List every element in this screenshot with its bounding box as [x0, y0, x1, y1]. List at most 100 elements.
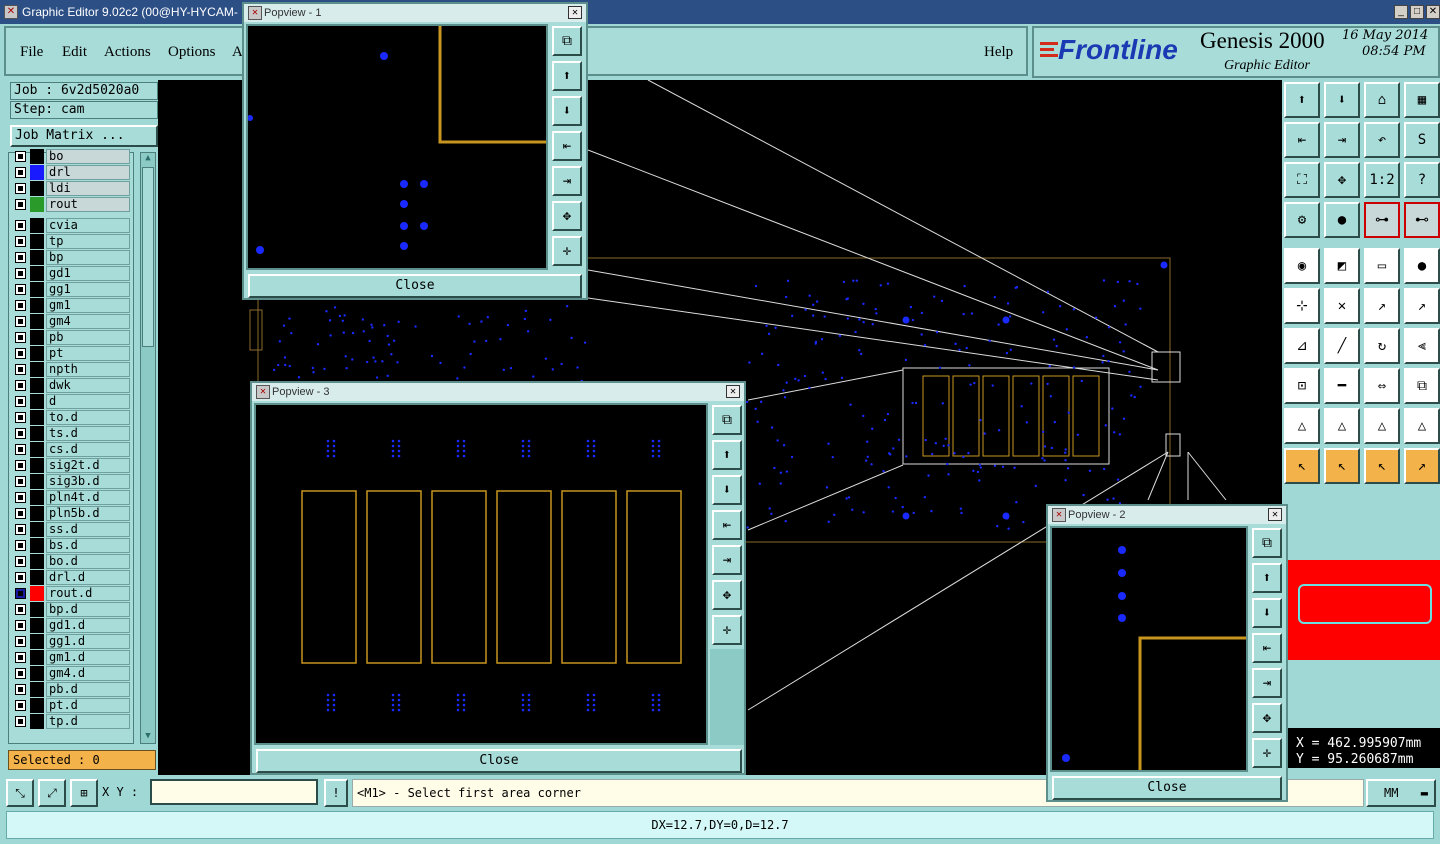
line-icon[interactable]: ╱	[1324, 328, 1360, 364]
zoom-out-icon[interactable]: ⬇	[1252, 598, 1282, 628]
layer-color-swatch[interactable]	[30, 314, 44, 329]
layer-color-swatch[interactable]	[30, 426, 44, 441]
layer-checkbox[interactable]	[15, 460, 26, 471]
layer-name[interactable]: gd1	[46, 266, 130, 281]
layer-checkbox[interactable]	[15, 364, 26, 375]
layer-color-swatch[interactable]	[30, 634, 44, 649]
layer-checkbox[interactable]	[15, 684, 26, 695]
layer-checkbox[interactable]	[15, 700, 26, 711]
layer-name[interactable]: drl	[46, 165, 130, 180]
layer-row[interactable]: gd1.d	[13, 618, 131, 633]
layer-name[interactable]: rout.d	[46, 586, 130, 601]
layer-checkbox[interactable]	[15, 572, 26, 583]
layer-checkbox[interactable]	[15, 716, 26, 727]
layer-color-swatch[interactable]	[30, 378, 44, 393]
copy-icon[interactable]: ⧉	[1404, 368, 1440, 404]
layer-name[interactable]: pt.d	[46, 698, 130, 713]
layer-color-swatch[interactable]	[30, 234, 44, 249]
home-icon[interactable]: ⌂	[1364, 82, 1400, 118]
move-left-icon[interactable]: ⇤	[1284, 122, 1320, 158]
pad-icon[interactable]: ◉	[1284, 248, 1320, 284]
layer-color-swatch[interactable]	[30, 650, 44, 665]
layer-name[interactable]: gm1.d	[46, 650, 130, 665]
layer-checkbox[interactable]	[15, 652, 26, 663]
layer-color-swatch[interactable]	[30, 165, 44, 180]
cross-icon[interactable]: ✕	[1324, 288, 1360, 324]
layer-checkbox[interactable]	[15, 492, 26, 503]
layer-row[interactable]: tp.d	[13, 714, 131, 729]
center-icon[interactable]: ✛	[552, 236, 582, 266]
maximize-button[interactable]: □	[1410, 5, 1424, 19]
layer-color-swatch[interactable]	[30, 330, 44, 345]
close-icon[interactable]: ✕	[1268, 508, 1282, 521]
center-icon[interactable]: ✛	[712, 615, 742, 645]
layer-name[interactable]: ss.d	[46, 522, 130, 537]
layer-name[interactable]: bo.d	[46, 554, 130, 569]
layer-checkbox[interactable]	[15, 604, 26, 615]
layer-checkbox[interactable]	[15, 508, 26, 519]
layer-color-swatch[interactable]	[30, 698, 44, 713]
layer-row[interactable]: gm1	[13, 298, 131, 313]
layer-checkbox[interactable]	[15, 268, 26, 279]
close-window-button[interactable]: ✕	[1426, 5, 1440, 19]
scrollbar-thumb[interactable]	[142, 167, 154, 347]
layer-row[interactable]: pln4t.d	[13, 490, 131, 505]
layer-row[interactable]: gg1	[13, 282, 131, 297]
rotate-icon[interactable]: ↻	[1364, 328, 1400, 364]
snap-icon[interactable]: S	[1404, 122, 1440, 158]
layer-row[interactable]: gd1	[13, 266, 131, 281]
layer-color-swatch[interactable]	[30, 442, 44, 457]
zoom-area-icon[interactable]: ⤡	[6, 779, 34, 807]
layer-color-swatch[interactable]	[30, 682, 44, 697]
layer-color-swatch[interactable]	[30, 149, 44, 164]
probe-icon[interactable]: ●	[1324, 202, 1360, 238]
layer-name[interactable]: pt	[46, 346, 130, 361]
exclamation-icon[interactable]: !	[324, 779, 348, 807]
layer-name[interactable]: pb.d	[46, 682, 130, 697]
horizontal-line-icon[interactable]: ━	[1324, 368, 1360, 404]
layer-checkbox[interactable]	[15, 300, 26, 311]
layer-name[interactable]: cvia	[46, 218, 130, 233]
layer-color-swatch[interactable]	[30, 602, 44, 617]
layer-row[interactable]: pt	[13, 346, 131, 361]
layer-row[interactable]: gm4.d	[13, 666, 131, 681]
menu-file[interactable]: File	[20, 44, 43, 61]
down-arrow-icon[interactable]: ⬇	[1324, 82, 1360, 118]
layer-name[interactable]: tp.d	[46, 714, 130, 729]
zoom-out-icon[interactable]: ⬇	[552, 96, 582, 126]
angle-icon[interactable]: ⊿	[1284, 328, 1320, 364]
popview-1-close-button[interactable]: Close	[248, 274, 582, 298]
up-arrow-icon[interactable]: ⬆	[1284, 82, 1320, 118]
expand-icon[interactable]: ✥	[552, 201, 582, 231]
xy-input[interactable]	[150, 779, 318, 805]
pan-right-icon[interactable]: ⇥	[1252, 668, 1282, 698]
layer-color-swatch[interactable]	[30, 346, 44, 361]
layer-color-swatch[interactable]	[30, 570, 44, 585]
layer-name[interactable]: gm4.d	[46, 666, 130, 681]
layer-checkbox[interactable]	[15, 556, 26, 567]
layer-color-swatch[interactable]	[30, 394, 44, 409]
layer-color-swatch[interactable]	[30, 666, 44, 681]
layer-name[interactable]: rout	[46, 197, 130, 212]
arrow-up-right-icon[interactable]: ↗	[1364, 288, 1400, 324]
layer-checkbox[interactable]	[15, 167, 26, 178]
fit-icon[interactable]: ⧉	[1252, 528, 1282, 558]
layer-row[interactable]: drl	[13, 165, 131, 180]
layer-row[interactable]: npth	[13, 362, 131, 377]
layer-name[interactable]: gm4	[46, 314, 130, 329]
job-matrix-button[interactable]: Job Matrix ...	[10, 125, 158, 147]
center-icon[interactable]: ✛	[1252, 738, 1282, 768]
resize-icon[interactable]: ⇔	[1364, 368, 1400, 404]
layer-row[interactable]: pln5b.d	[13, 506, 131, 521]
layer-checkbox[interactable]	[15, 476, 26, 487]
measure-icon[interactable]: ⤢	[38, 779, 66, 807]
layer-checkbox[interactable]	[15, 540, 26, 551]
layer-row[interactable]: bo	[13, 149, 131, 164]
layer-row[interactable]: gm1.d	[13, 650, 131, 665]
layer-checkbox[interactable]	[15, 588, 26, 599]
layer-row[interactable]: bo.d	[13, 554, 131, 569]
pan-right-icon[interactable]: ⇥	[712, 545, 742, 575]
pointer-box-icon[interactable]: ↖	[1324, 448, 1360, 484]
layer-checkbox[interactable]	[15, 220, 26, 231]
layer-row[interactable]: gm4	[13, 314, 131, 329]
